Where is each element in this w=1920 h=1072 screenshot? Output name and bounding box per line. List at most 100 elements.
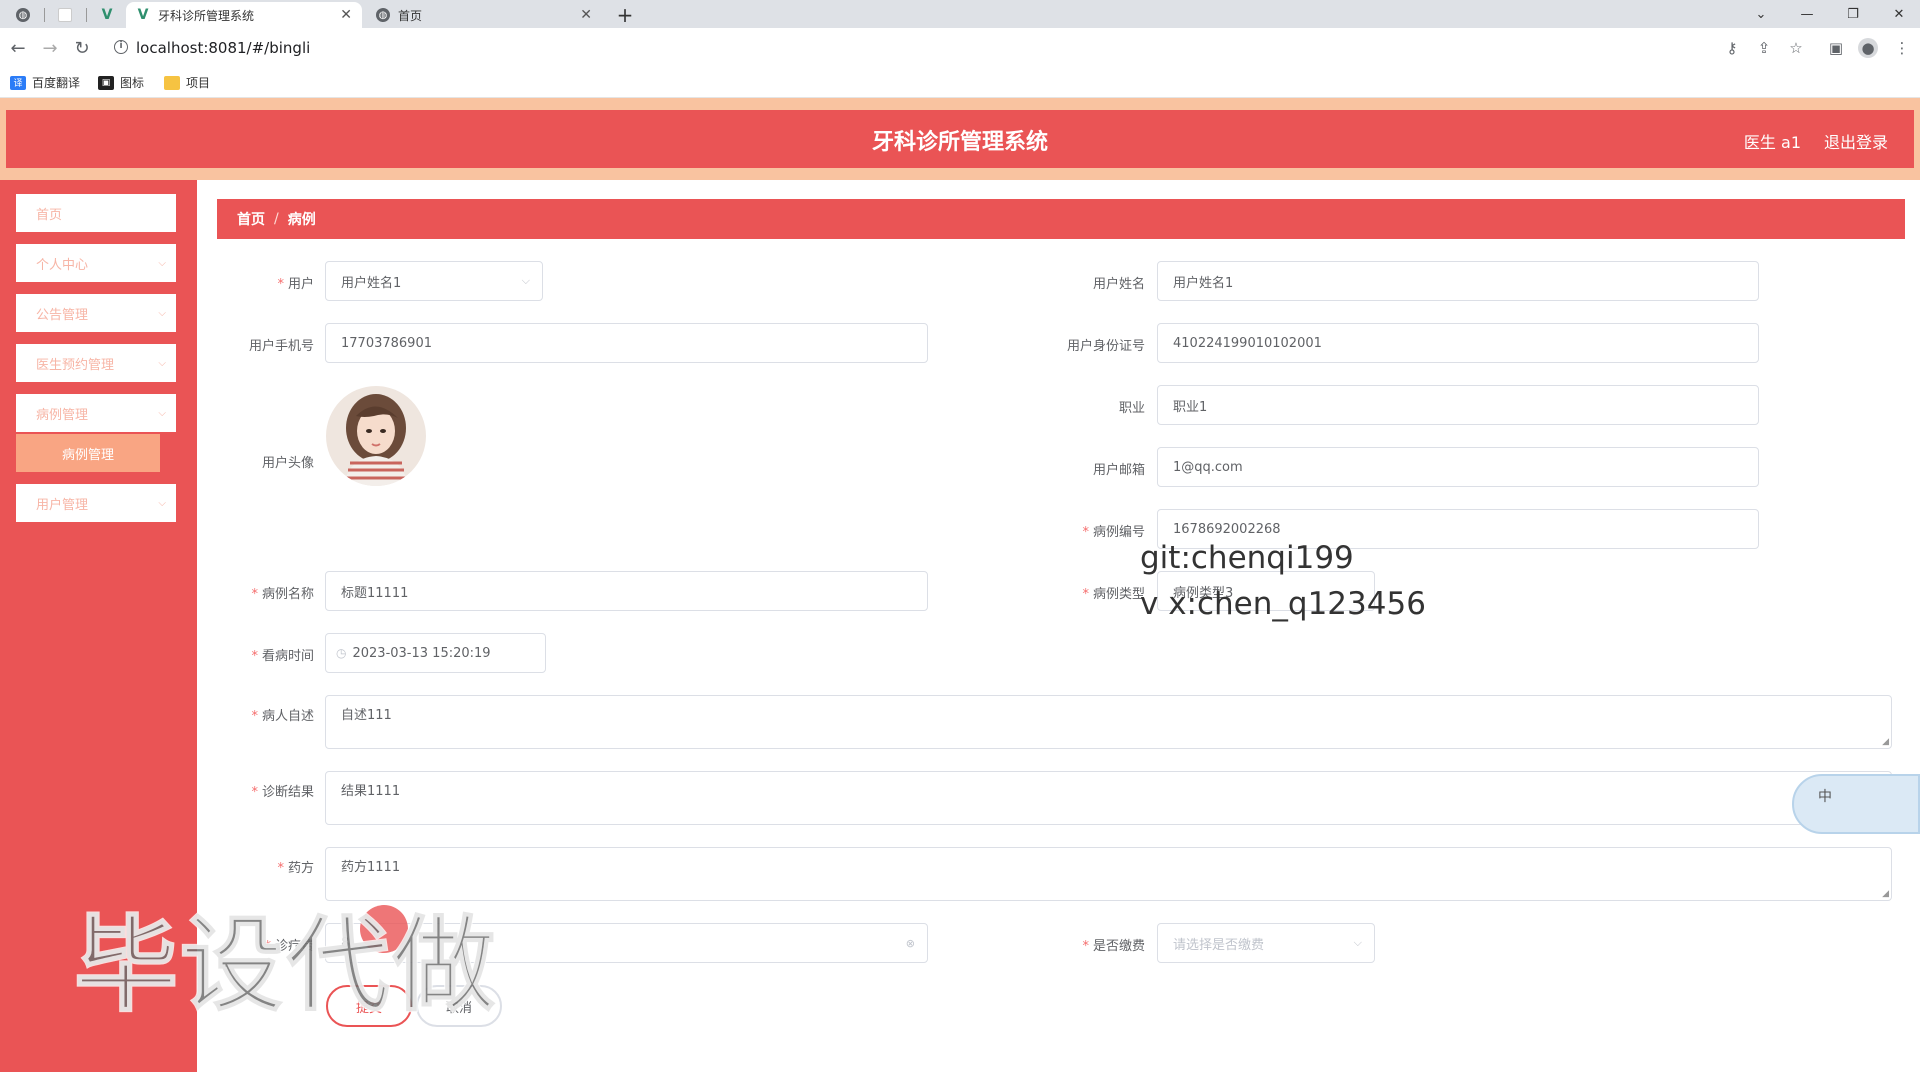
avatar-image-icon (326, 386, 426, 486)
username-label: 用户姓名 (1092, 277, 1145, 292)
bookmark-star-icon[interactable]: ☆ (1786, 38, 1806, 58)
bookmark-item[interactable]: ▣ 图标 (98, 74, 144, 91)
clock-icon: ◷ (336, 646, 347, 660)
watermark-vx: v x:chen_q123456 (1140, 586, 1426, 622)
email-field[interactable]: 1@qq.com (1157, 447, 1759, 487)
avatar-label: 用户头像 (261, 456, 314, 471)
idcard-label: 用户身份证号 (1066, 339, 1145, 354)
prescription-label: * 药方 (277, 861, 314, 876)
prescription-textarea[interactable]: 药方1111 ◢ (325, 847, 1892, 901)
case-type-label: * 病例类型 (1082, 587, 1145, 602)
translate-icon: 译 (10, 75, 26, 90)
share-icon[interactable]: ⇪ (1754, 38, 1774, 58)
chevron-down-icon: ⌵ (158, 497, 166, 509)
globe-icon: ◍ (376, 8, 390, 22)
chevron-down-icon: ⌵ (158, 257, 166, 269)
forward-icon[interactable]: → (38, 36, 62, 60)
sidebar-item-label: 病例管理 (36, 407, 89, 423)
profile-icon[interactable]: ● (1858, 38, 1878, 58)
sidebar-item-label: 公告管理 (36, 307, 89, 323)
chevron-down-icon: ⌵ (521, 274, 530, 287)
picture-icon: ▣ (98, 75, 114, 90)
user-select[interactable]: 用户姓名1 ⌵ (325, 261, 543, 301)
sidebar-item-users[interactable]: 用户管理 ⌵ (16, 484, 176, 522)
vue-logo-icon: V (137, 7, 149, 23)
sidebar-subitem-case-management[interactable]: 病例管理 (16, 434, 160, 472)
avatar[interactable] (326, 386, 426, 486)
bookmark-label: 图标 (120, 76, 145, 90)
breadcrumb-separator: / (274, 211, 279, 227)
username-field[interactable]: 用户姓名1 (1157, 261, 1759, 301)
sidebar-item-announcements[interactable]: 公告管理 ⌵ (16, 294, 176, 332)
prescription-value: 药方1111 (341, 860, 401, 875)
bookmark-label: 百度翻译 (32, 76, 81, 90)
new-tab-button[interactable]: + (610, 2, 640, 28)
browser-toolbar: ← → ↻ i localhost:8081/#/bingli ⚷ ⇪ ☆ ▣ … (0, 28, 1920, 68)
case-name-label: * 病例名称 (251, 587, 314, 602)
case-name-field[interactable]: 标题11111 (325, 571, 928, 611)
close-tab-icon[interactable]: ✕ (340, 7, 352, 23)
bookmark-label: 项目 (186, 76, 211, 90)
address-bar[interactable]: localhost:8081/#/bingli (136, 39, 310, 57)
current-user: 医生 a1 (1743, 133, 1801, 152)
visit-time-label: * 看病时间 (251, 649, 314, 664)
sidebar-item-label: 用户管理 (36, 497, 89, 513)
bookmarks-bar: 译 百度翻译 ▣ 图标 项目 (0, 68, 1920, 98)
sidebar-item-cases[interactable]: 病例管理 ⌵ (16, 394, 176, 432)
site-info-icon[interactable]: i (114, 40, 128, 54)
chevron-up-icon: ⌵ (158, 407, 166, 419)
globe-icon: ◍ (16, 8, 30, 22)
resize-grip-icon[interactable]: ◢ (1882, 737, 1889, 747)
side-panel-icon[interactable]: ▣ (1826, 38, 1846, 58)
app-title: 牙科诊所管理系统 (871, 130, 1048, 155)
chevron-down-icon: ⌵ (158, 357, 166, 369)
paid-label: * 是否缴费 (1082, 939, 1145, 954)
browser-tab[interactable]: ◍ 首页 ✕ (366, 2, 602, 28)
ime-label: 中 (1818, 789, 1832, 805)
bookmark-item[interactable]: 译 百度翻译 (10, 74, 80, 91)
browser-tab-active[interactable]: V 牙科诊所管理系统 ✕ (126, 2, 362, 28)
job-field[interactable]: 职业1 (1157, 385, 1759, 425)
close-tab-icon[interactable]: ✕ (580, 7, 592, 23)
sidebar-item-home[interactable]: 首页 (16, 194, 176, 232)
email-label: 用户邮箱 (1092, 463, 1145, 478)
phone-label: 用户手机号 (248, 339, 314, 354)
breadcrumb-home[interactable]: 首页 (237, 209, 265, 229)
browser-tab-bar: ◍ V V 牙科诊所管理系统 ✕ ◍ 首页 ✕ + ⌄ — ❐ ✕ (0, 0, 1920, 28)
paid-select[interactable]: 请选择是否缴费 ⌵ (1157, 923, 1375, 963)
vue-logo-icon: V (101, 7, 113, 23)
key-icon[interactable]: ⚷ (1722, 38, 1742, 58)
browser-tab[interactable]: ◍ (6, 2, 40, 28)
browser-tab[interactable]: V (90, 2, 124, 28)
folder-icon (164, 75, 180, 90)
diagnosis-value: 结果1111 (341, 784, 401, 799)
minimize-icon[interactable]: — (1784, 0, 1830, 28)
case-no-label: * 病例编号 (1082, 525, 1145, 540)
diagnosis-textarea[interactable]: 结果1111 ◢ (325, 771, 1892, 825)
user-select-value: 用户姓名1 (341, 275, 402, 291)
close-window-icon[interactable]: ✕ (1876, 0, 1920, 28)
restore-icon[interactable]: ❐ (1830, 0, 1876, 28)
menu-dots-icon[interactable]: ⋮ (1892, 38, 1912, 58)
ime-indicator[interactable]: 中 (1792, 774, 1920, 834)
tab-title: 牙科诊所管理系统 (158, 8, 255, 23)
reload-icon[interactable]: ↻ (70, 36, 94, 60)
phone-field[interactable]: 17703786901 (325, 323, 928, 363)
tab-title: 首页 (398, 8, 423, 23)
clear-icon[interactable]: ⊗ (906, 937, 915, 950)
self-report-label: * 病人自述 (251, 709, 314, 724)
watermark-git: git:chenqi199 (1140, 540, 1354, 576)
idcard-field[interactable]: 410224199010102001 (1157, 323, 1759, 363)
browser-tab[interactable] (48, 2, 82, 28)
paid-select-placeholder: 请选择是否缴费 (1173, 937, 1265, 953)
job-label: 职业 (1118, 401, 1145, 416)
logout-link[interactable]: 退出登录 (1824, 129, 1888, 153)
back-icon[interactable]: ← (6, 36, 30, 60)
visit-time-picker[interactable]: ◷ 2023-03-13 15:20:19 (325, 633, 546, 673)
sidebar-item-label: 首页 (36, 207, 63, 223)
bookmark-item[interactable]: 项目 (164, 74, 210, 91)
resize-grip-icon[interactable]: ◢ (1882, 889, 1889, 899)
self-report-textarea[interactable]: 自述111 ◢ (325, 695, 1892, 749)
tab-search-icon[interactable]: ⌄ (1738, 0, 1784, 28)
self-report-value: 自述111 (341, 708, 392, 723)
